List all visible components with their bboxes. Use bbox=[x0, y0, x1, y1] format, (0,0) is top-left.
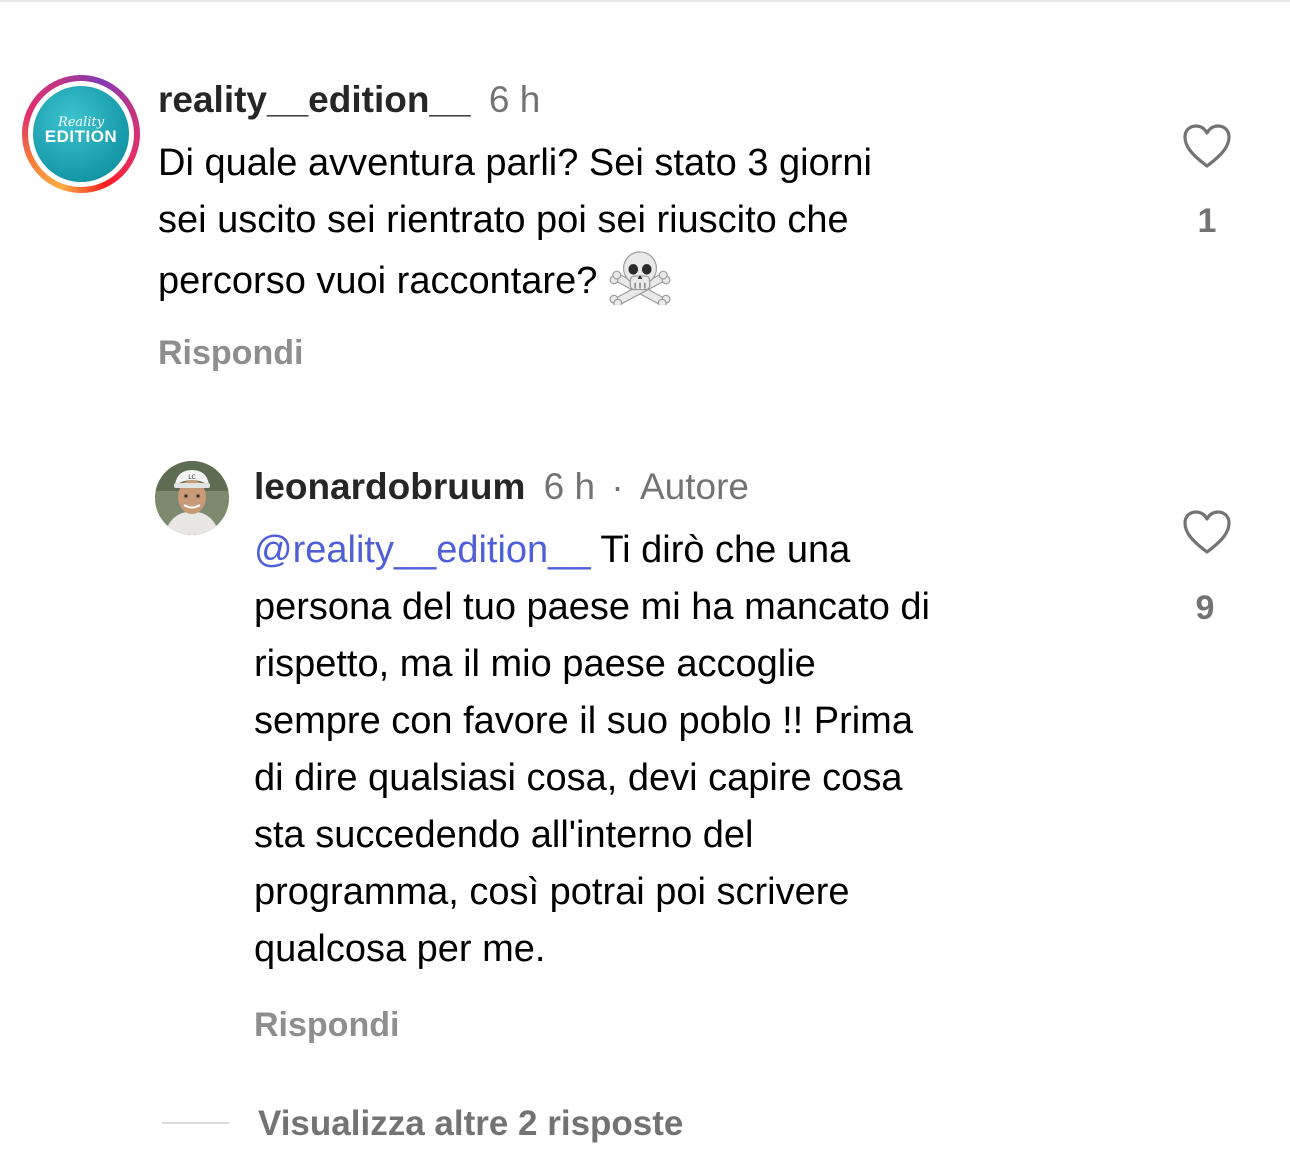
comment-username[interactable]: reality__edition__ bbox=[158, 79, 471, 120]
comment-body: Di quale avventura parli? Sei stato 3 gi… bbox=[158, 135, 872, 310]
heart-icon[interactable] bbox=[1182, 123, 1232, 169]
comment-line: sei uscito sei rientrato poi sei riuscit… bbox=[158, 199, 849, 241]
avatar-logo-text: EDITION bbox=[44, 127, 118, 146]
skull-crossbones-icon bbox=[609, 251, 671, 305]
reply-line: qualcosa per me. bbox=[254, 928, 546, 970]
avatar-photo: LC bbox=[155, 461, 229, 535]
reply-username[interactable]: leonardobruum bbox=[254, 466, 525, 507]
svg-text:LC: LC bbox=[188, 474, 196, 481]
comment-line: percorso vuoi raccontare? bbox=[158, 249, 872, 310]
reply-header: leonardobruum 6 h · Autore bbox=[254, 465, 749, 509]
comment-time: 6 h bbox=[488, 79, 541, 120]
reply-line: rispetto, ma il mio paese accoglie bbox=[254, 643, 816, 685]
comment-line: Di quale avventura parli? Sei stato 3 gi… bbox=[158, 142, 872, 184]
comment-header: reality__edition__ 6 h bbox=[158, 78, 540, 122]
reply-line: di dire qualsiasi cosa, devi capire cosa bbox=[254, 757, 903, 799]
reply-line: sempre con favore il suo poblo !! Prima bbox=[254, 700, 913, 742]
view-more-replies-button[interactable]: Visualizza altre 2 risposte bbox=[258, 1103, 683, 1145]
reply-line-text: Ti dirò che una bbox=[590, 529, 851, 571]
view-more-divider bbox=[162, 1122, 229, 1124]
reply-button[interactable]: Rispondi bbox=[254, 1005, 399, 1045]
reply-body: @reality__edition__ Ti dirò che una pers… bbox=[254, 522, 930, 978]
reply-line: sta succedendo all'interno del bbox=[254, 814, 754, 856]
like-count: 9 bbox=[1195, 589, 1215, 627]
comment-line-text: percorso vuoi raccontare? bbox=[158, 260, 598, 302]
mention-link[interactable]: @reality__edition__ bbox=[254, 529, 590, 571]
reply-line: programma, così potrai poi scrivere bbox=[254, 871, 850, 913]
avatar-reality-edition[interactable]: Reality EDITION bbox=[22, 75, 140, 193]
author-badge: Autore bbox=[639, 466, 749, 507]
reply-button[interactable]: Rispondi bbox=[158, 333, 303, 373]
top-divider bbox=[0, 0, 1290, 2]
reply-time: 6 h bbox=[543, 466, 596, 507]
avatar-image: Reality EDITION bbox=[33, 86, 129, 182]
avatar-leonardobruum[interactable]: LC bbox=[155, 461, 229, 535]
heart-icon[interactable] bbox=[1182, 509, 1232, 555]
like-count: 1 bbox=[1197, 202, 1217, 240]
reply-line: @reality__edition__ Ti dirò che una bbox=[254, 522, 930, 579]
meta-separator: · bbox=[611, 466, 624, 507]
reply-line: persona del tuo paese mi ha mancato di bbox=[254, 586, 930, 628]
